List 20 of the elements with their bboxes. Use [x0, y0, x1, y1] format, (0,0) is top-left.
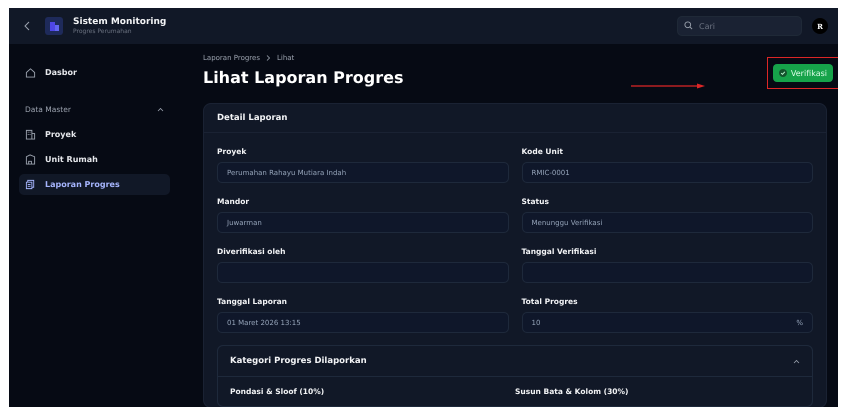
house-icon — [25, 154, 36, 165]
chevron-icon — [266, 55, 271, 61]
card-title: Detail Laporan — [204, 104, 826, 133]
logo-icon — [45, 17, 63, 35]
home-icon — [25, 67, 36, 78]
app-title: Sistem Monitoring — [73, 17, 166, 27]
sidebar-item[interactable]: Unit Rumah — [19, 149, 170, 170]
check-icon — [778, 69, 787, 77]
building-icon — [25, 129, 36, 140]
sidebar-item[interactable]: Laporan Progres — [19, 174, 170, 195]
sidebar-item[interactable]: Proyek — [19, 124, 170, 145]
panel-title[interactable]: Kategori Progres Dilaporkan — [230, 356, 367, 366]
search-icon — [684, 21, 693, 30]
sidebar-item[interactable]: Dasbor — [19, 62, 170, 83]
chevron-icon[interactable] — [157, 107, 164, 112]
document-icon — [25, 179, 36, 190]
back-icon[interactable] — [23, 21, 31, 31]
page-title: Lihat Laporan Progres — [203, 68, 404, 87]
search-field[interactable]: Cari — [677, 16, 802, 36]
chevron-icon[interactable] — [793, 358, 800, 364]
